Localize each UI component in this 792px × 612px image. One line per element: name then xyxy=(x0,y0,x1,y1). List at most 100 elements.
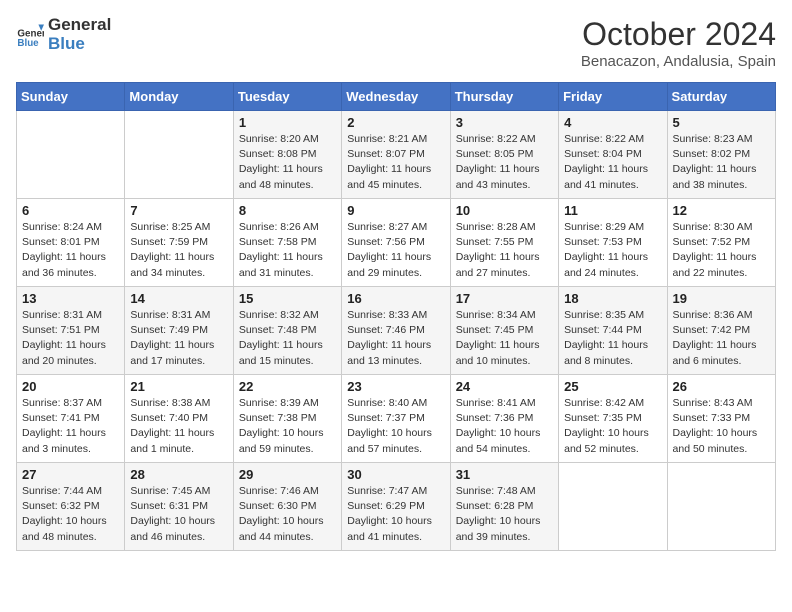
calendar-cell xyxy=(17,111,125,199)
weekday-header-friday: Friday xyxy=(559,83,667,111)
day-number: 26 xyxy=(673,379,770,394)
day-info: Sunrise: 8:43 AM Sunset: 7:33 PM Dayligh… xyxy=(673,396,770,457)
day-number: 27 xyxy=(22,467,119,482)
calendar-week-row: 27 Sunrise: 7:44 AM Sunset: 6:32 PM Dayli… xyxy=(17,463,776,551)
day-info: Sunrise: 8:31 AM Sunset: 7:51 PM Dayligh… xyxy=(22,308,119,369)
calendar-cell: 14 Sunrise: 8:31 AM Sunset: 7:49 PM Dayli… xyxy=(125,287,233,375)
calendar-cell: 2 Sunrise: 8:21 AM Sunset: 8:07 PM Daylig… xyxy=(342,111,450,199)
weekday-header-tuesday: Tuesday xyxy=(233,83,341,111)
calendar-cell: 4Sunrise: 8:22 AM Sunset: 8:04 PM Daylig… xyxy=(559,111,667,199)
location-title: Benacazon, Andalusia, Spain xyxy=(581,53,776,70)
day-info: Sunrise: 8:34 AM Sunset: 7:45 PM Dayligh… xyxy=(456,308,553,369)
calendar-table: SundayMondayTuesdayWednesdayThursdayFrid… xyxy=(16,82,776,551)
day-info: Sunrise: 7:45 AM Sunset: 6:31 PM Dayligh… xyxy=(130,484,227,545)
day-info: Sunrise: 8:21 AM Sunset: 8:07 PM Dayligh… xyxy=(347,132,444,193)
calendar-cell xyxy=(559,463,667,551)
calendar-cell: 10Sunrise: 8:28 AM Sunset: 7:55 PM Dayli… xyxy=(450,199,558,287)
weekday-header-row: SundayMondayTuesdayWednesdayThursdayFrid… xyxy=(17,83,776,111)
page-header: General Blue General Blue October 2024 B… xyxy=(16,16,776,70)
calendar-cell: 15 Sunrise: 8:32 AM Sunset: 7:48 PM Dayli… xyxy=(233,287,341,375)
weekday-header-sunday: Sunday xyxy=(17,83,125,111)
calendar-cell: 24 Sunrise: 8:41 AM Sunset: 7:36 PM Dayli… xyxy=(450,375,558,463)
logo-icon: General Blue xyxy=(16,21,44,49)
calendar-cell: 19Sunrise: 8:36 AM Sunset: 7:42 PM Dayli… xyxy=(667,287,775,375)
weekday-header-thursday: Thursday xyxy=(450,83,558,111)
calendar-cell xyxy=(667,463,775,551)
calendar-week-row: 20 Sunrise: 8:37 AM Sunset: 7:41 PM Dayli… xyxy=(17,375,776,463)
day-number: 20 xyxy=(22,379,119,394)
calendar-week-row: 13 Sunrise: 8:31 AM Sunset: 7:51 PM Dayli… xyxy=(17,287,776,375)
calendar-cell: 20 Sunrise: 8:37 AM Sunset: 7:41 PM Dayli… xyxy=(17,375,125,463)
day-info: Sunrise: 8:39 AM Sunset: 7:38 PM Dayligh… xyxy=(239,396,336,457)
day-info: Sunrise: 8:38 AM Sunset: 7:40 PM Dayligh… xyxy=(130,396,227,457)
day-number: 30 xyxy=(347,467,444,482)
day-number: 3 xyxy=(456,115,553,130)
day-info: Sunrise: 8:41 AM Sunset: 7:36 PM Dayligh… xyxy=(456,396,553,457)
calendar-cell: 22 Sunrise: 8:39 AM Sunset: 7:38 PM Dayli… xyxy=(233,375,341,463)
day-info: Sunrise: 8:32 AM Sunset: 7:48 PM Dayligh… xyxy=(239,308,336,369)
day-number: 10 xyxy=(456,203,553,218)
day-info: Sunrise: 8:31 AM Sunset: 7:49 PM Dayligh… xyxy=(130,308,227,369)
day-number: 31 xyxy=(456,467,553,482)
day-number: 1 xyxy=(239,115,336,130)
day-number: 8 xyxy=(239,203,336,218)
calendar-cell: 5 Sunrise: 8:23 AM Sunset: 8:02 PM Daylig… xyxy=(667,111,775,199)
day-info: Sunrise: 7:47 AM Sunset: 6:29 PM Dayligh… xyxy=(347,484,444,545)
day-number: 24 xyxy=(456,379,553,394)
calendar-cell: 1 Sunrise: 8:20 AM Sunset: 8:08 PM Daylig… xyxy=(233,111,341,199)
day-number: 9 xyxy=(347,203,444,218)
calendar-cell: 8 Sunrise: 8:26 AM Sunset: 7:58 PM Daylig… xyxy=(233,199,341,287)
calendar-cell xyxy=(125,111,233,199)
day-number: 19 xyxy=(673,291,770,306)
day-number: 23 xyxy=(347,379,444,394)
calendar-cell: 29 Sunrise: 7:46 AM Sunset: 6:30 PM Dayli… xyxy=(233,463,341,551)
day-info: Sunrise: 8:26 AM Sunset: 7:58 PM Dayligh… xyxy=(239,220,336,281)
day-number: 11 xyxy=(564,203,661,218)
day-info: Sunrise: 8:20 AM Sunset: 8:08 PM Dayligh… xyxy=(239,132,336,193)
calendar-cell: 13 Sunrise: 8:31 AM Sunset: 7:51 PM Dayli… xyxy=(17,287,125,375)
svg-text:Blue: Blue xyxy=(17,38,39,49)
logo-general-text: General xyxy=(48,16,111,35)
day-number: 14 xyxy=(130,291,227,306)
calendar-week-row: 6Sunrise: 8:24 AM Sunset: 8:01 PM Daylig… xyxy=(17,199,776,287)
day-number: 18 xyxy=(564,291,661,306)
day-number: 17 xyxy=(456,291,553,306)
day-info: Sunrise: 8:30 AM Sunset: 7:52 PM Dayligh… xyxy=(673,220,770,281)
calendar-cell: 26 Sunrise: 8:43 AM Sunset: 7:33 PM Dayli… xyxy=(667,375,775,463)
weekday-header-wednesday: Wednesday xyxy=(342,83,450,111)
calendar-cell: 17 Sunrise: 8:34 AM Sunset: 7:45 PM Dayli… xyxy=(450,287,558,375)
calendar-cell: 6Sunrise: 8:24 AM Sunset: 8:01 PM Daylig… xyxy=(17,199,125,287)
day-info: Sunrise: 8:23 AM Sunset: 8:02 PM Dayligh… xyxy=(673,132,770,193)
day-number: 13 xyxy=(22,291,119,306)
day-info: Sunrise: 8:37 AM Sunset: 7:41 PM Dayligh… xyxy=(22,396,119,457)
day-number: 5 xyxy=(673,115,770,130)
day-info: Sunrise: 8:42 AM Sunset: 7:35 PM Dayligh… xyxy=(564,396,661,457)
calendar-cell: 31 Sunrise: 7:48 AM Sunset: 6:28 PM Dayli… xyxy=(450,463,558,551)
day-info: Sunrise: 8:29 AM Sunset: 7:53 PM Dayligh… xyxy=(564,220,661,281)
day-info: Sunrise: 7:46 AM Sunset: 6:30 PM Dayligh… xyxy=(239,484,336,545)
day-number: 15 xyxy=(239,291,336,306)
day-info: Sunrise: 8:35 AM Sunset: 7:44 PM Dayligh… xyxy=(564,308,661,369)
day-number: 29 xyxy=(239,467,336,482)
logo-blue-text: Blue xyxy=(48,35,111,54)
weekday-header-saturday: Saturday xyxy=(667,83,775,111)
month-title: October 2024 xyxy=(581,16,776,53)
day-number: 7 xyxy=(130,203,227,218)
calendar-cell: 28Sunrise: 7:45 AM Sunset: 6:31 PM Dayli… xyxy=(125,463,233,551)
day-info: Sunrise: 8:27 AM Sunset: 7:56 PM Dayligh… xyxy=(347,220,444,281)
calendar-cell: 27 Sunrise: 7:44 AM Sunset: 6:32 PM Dayli… xyxy=(17,463,125,551)
day-number: 16 xyxy=(347,291,444,306)
day-info: Sunrise: 8:33 AM Sunset: 7:46 PM Dayligh… xyxy=(347,308,444,369)
day-number: 25 xyxy=(564,379,661,394)
day-info: Sunrise: 7:48 AM Sunset: 6:28 PM Dayligh… xyxy=(456,484,553,545)
calendar-cell: 21Sunrise: 8:38 AM Sunset: 7:40 PM Dayli… xyxy=(125,375,233,463)
calendar-cell: 18 Sunrise: 8:35 AM Sunset: 7:44 PM Dayli… xyxy=(559,287,667,375)
day-info: Sunrise: 8:24 AM Sunset: 8:01 PM Dayligh… xyxy=(22,220,119,281)
calendar-cell: 9 Sunrise: 8:27 AM Sunset: 7:56 PM Daylig… xyxy=(342,199,450,287)
day-number: 2 xyxy=(347,115,444,130)
calendar-cell: 3 Sunrise: 8:22 AM Sunset: 8:05 PM Daylig… xyxy=(450,111,558,199)
day-number: 22 xyxy=(239,379,336,394)
day-info: Sunrise: 7:44 AM Sunset: 6:32 PM Dayligh… xyxy=(22,484,119,545)
day-info: Sunrise: 8:22 AM Sunset: 8:05 PM Dayligh… xyxy=(456,132,553,193)
calendar-cell: 23Sunrise: 8:40 AM Sunset: 7:37 PM Dayli… xyxy=(342,375,450,463)
